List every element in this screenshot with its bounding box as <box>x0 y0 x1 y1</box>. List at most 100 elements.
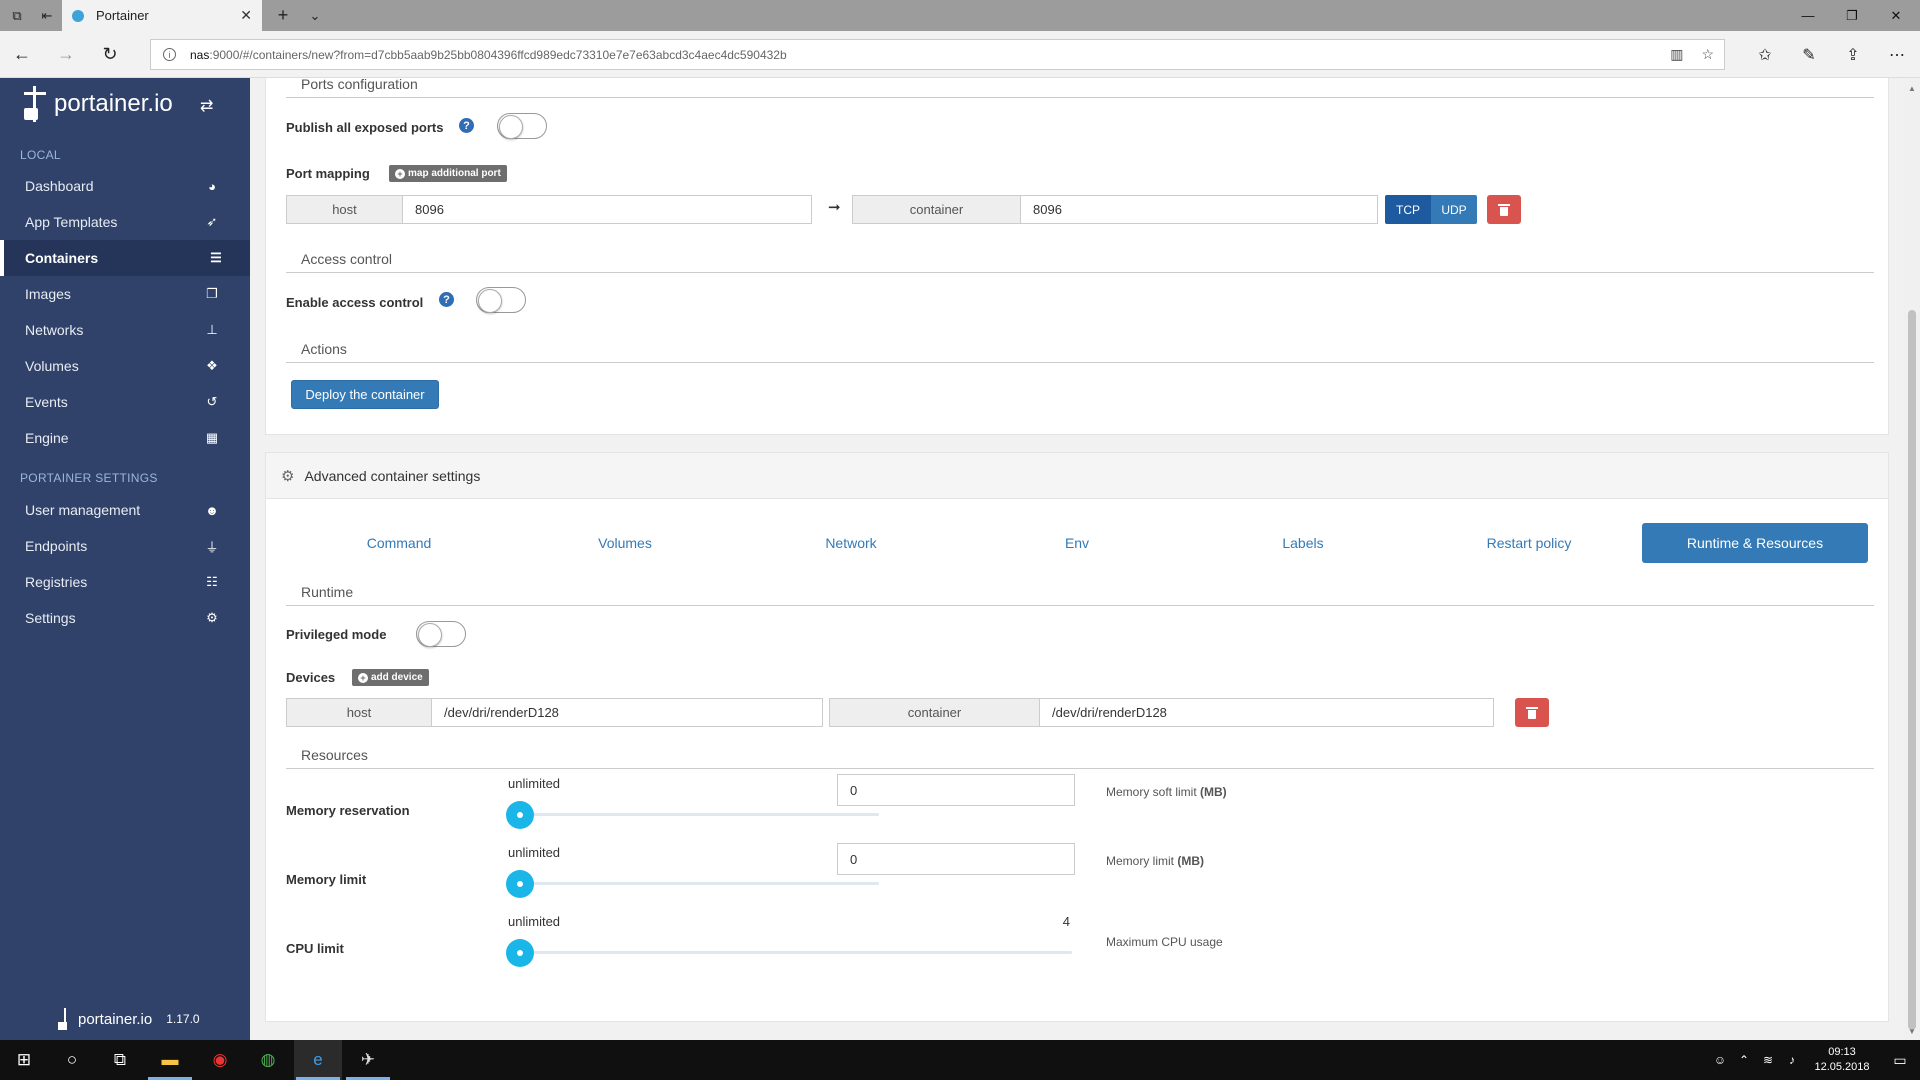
minimize-window-icon[interactable]: — <box>1786 0 1830 31</box>
protocol-udp-button[interactable]: UDP <box>1431 195 1477 224</box>
host-port-input[interactable]: 8096 <box>402 195 812 224</box>
deploy-container-button[interactable]: Deploy the container <box>291 380 439 409</box>
new-tab-icon[interactable]: + <box>268 0 298 31</box>
memory-limit-note: Memory limit (MB) <box>1106 854 1204 868</box>
advanced-settings-title: Advanced container settings <box>304 467 481 484</box>
more-dots-icon[interactable]: ⋯ <box>1877 31 1917 78</box>
tab-preview-chevron-down-icon[interactable]: ⌄ <box>300 0 330 31</box>
wifi-icon[interactable]: ≋ <box>1756 1053 1780 1067</box>
container-port-input[interactable]: 8096 <box>1020 195 1378 224</box>
slider-handle[interactable] <box>506 801 534 829</box>
th-grid-icon: ▦ <box>205 430 219 445</box>
scroll-up-arrow-icon[interactable]: ▲ <box>1908 84 1916 93</box>
footer-brand: portainer.io <box>78 1010 153 1028</box>
cog-icon: ⚙ <box>281 467 295 485</box>
volume-icon[interactable]: ♪ <box>1780 1053 1804 1067</box>
tab-labels[interactable]: Labels <box>1190 523 1416 563</box>
tab-command[interactable]: Command <box>286 523 512 563</box>
windows-start-icon[interactable]: ⊞ <box>0 1040 48 1080</box>
web-note-pen-icon[interactable]: ✎ <box>1789 31 1829 78</box>
switch-endpoint-exchange-icon[interactable]: ⇄ <box>200 96 213 116</box>
url-input[interactable]: i nas:9000/#/containers/new?from=d7cbb5a… <box>150 39 1725 70</box>
port-mapping-label: Port mapping <box>286 166 370 181</box>
slider-track[interactable] <box>508 951 1072 954</box>
slider-handle[interactable] <box>506 870 534 898</box>
sidebar: portainer.io ⇄ LOCAL Dashboard ◕ App Tem… <box>0 78 250 1040</box>
share-icon[interactable]: ⇪ <box>1833 31 1873 78</box>
sidebar-item-networks[interactable]: Networks ⊥ <box>0 312 250 348</box>
sidebar-item-dashboard[interactable]: Dashboard ◕ <box>0 168 250 204</box>
sidebar-item-engine[interactable]: Engine ▦ <box>0 420 250 456</box>
memory-reservation-slider[interactable]: unlimited 8207 <box>506 776 879 829</box>
task-view-icon[interactable]: ⧉ <box>96 1040 144 1080</box>
map-additional-port-button[interactable]: + map additional port <box>389 165 507 182</box>
edge-browser-icon[interactable]: e <box>294 1040 342 1080</box>
sidebar-item-endpoints[interactable]: Endpoints ⏚ <box>0 528 250 564</box>
sidebar-item-events[interactable]: Events ↺ <box>0 384 250 420</box>
cortana-search-circle-icon[interactable]: ○ <box>48 1040 96 1080</box>
tab-network[interactable]: Network <box>738 523 964 563</box>
memory-reservation-input[interactable]: 0 <box>837 774 1075 806</box>
scroll-down-arrow-icon[interactable]: ▼ <box>1908 1027 1916 1036</box>
close-window-icon[interactable]: ✕ <box>1874 0 1918 31</box>
publish-all-ports-toggle[interactable] <box>497 113 547 139</box>
red-app-icon[interactable]: ◉ <box>196 1040 244 1080</box>
browser-tab-portainer[interactable]: Portainer ✕ <box>62 0 262 31</box>
action-center-notification-icon[interactable]: ▭ <box>1880 1052 1920 1069</box>
close-tab-icon[interactable]: ✕ <box>240 7 252 24</box>
favorite-star-icon[interactable]: ☆ <box>1701 46 1714 63</box>
reading-view-icon[interactable]: ▥ <box>1670 46 1683 63</box>
question-circle-icon[interactable]: ? <box>439 292 454 307</box>
sidebar-item-registries[interactable]: Registries ☷ <box>0 564 250 600</box>
windows-taskbar: ⊞ ○ ⧉ ▬ ◉ ◍ e ✈ ☺ ⌃ ≋ ♪ 09:13 12.05.2018… <box>0 1040 1920 1080</box>
protocol-tcp-button[interactable]: TCP <box>1385 195 1431 224</box>
scrollbar-thumb[interactable] <box>1908 310 1916 1030</box>
device-container-input[interactable]: /dev/dri/renderD128 <box>1039 698 1494 727</box>
sidebar-item-images[interactable]: Images ❐ <box>0 276 250 312</box>
slider-track[interactable] <box>508 813 879 816</box>
tab-runtime-resources[interactable]: Runtime & Resources <box>1642 523 1868 563</box>
people-icon[interactable]: ☺ <box>1708 1053 1732 1067</box>
app-wrench-icon[interactable]: ✈ <box>344 1040 392 1080</box>
chrome-browser-icon[interactable]: ◍ <box>244 1040 292 1080</box>
tab-volumes[interactable]: Volumes <box>512 523 738 563</box>
refresh-icon[interactable]: ↻ <box>90 31 130 78</box>
page-scrollbar[interactable]: ▲ ▼ <box>1904 78 1920 1040</box>
system-clock[interactable]: 09:13 12.05.2018 <box>1804 1045 1880 1075</box>
show-hidden-icons-chevron-up-icon[interactable]: ⌃ <box>1732 1053 1756 1067</box>
slider-handle[interactable] <box>506 939 534 967</box>
forward-arrow-icon[interactable]: → <box>46 31 86 78</box>
devices-label: Devices <box>286 670 336 685</box>
portainer-logo[interactable]: portainer.io <box>22 84 173 124</box>
cpu-limit-slider[interactable]: unlimited 4 <box>506 914 1072 967</box>
add-device-button[interactable]: + add device <box>352 669 429 686</box>
sidebar-item-containers[interactable]: Containers ☰ <box>0 240 250 276</box>
sidebar-item-label: Endpoints <box>25 538 88 554</box>
restore-window-icon[interactable]: ❐ <box>1830 0 1874 31</box>
memory-limit-label: Memory limit <box>286 872 367 887</box>
tab-env[interactable]: Env <box>964 523 1190 563</box>
sidebar-item-user-management[interactable]: User management ☻ <box>0 492 250 528</box>
favorites-hub-icon[interactable]: ✩ <box>1745 31 1785 78</box>
device-host-input[interactable]: /dev/dri/renderD128 <box>431 698 823 727</box>
sidebar-item-label: Engine <box>25 430 69 446</box>
question-circle-icon[interactable]: ? <box>459 118 474 133</box>
slider-track[interactable] <box>508 882 879 885</box>
remove-device-button[interactable] <box>1515 698 1549 727</box>
file-explorer-folder-icon[interactable]: ▬ <box>146 1040 194 1080</box>
tab-restart-policy[interactable]: Restart policy <box>1416 523 1642 563</box>
site-info-icon[interactable]: i <box>163 48 176 61</box>
remove-port-button[interactable] <box>1487 195 1521 224</box>
sidebar-item-settings[interactable]: Settings ⚙ <box>0 600 250 636</box>
tab-aside-icon[interactable]: ⇤ <box>32 0 62 31</box>
privileged-mode-toggle[interactable] <box>416 621 466 647</box>
access-control-toggle[interactable] <box>476 287 526 313</box>
back-arrow-icon[interactable]: ← <box>2 31 42 78</box>
memory-limit-input[interactable]: 0 <box>837 843 1075 875</box>
sidebar-item-volumes[interactable]: Volumes ❖ <box>0 348 250 384</box>
tab-list-icon[interactable]: ⧉ <box>2 0 32 31</box>
sidebar-item-app-templates[interactable]: App Templates ➶ <box>0 204 250 240</box>
sidebar-section-local: LOCAL <box>20 148 61 162</box>
privileged-mode-label: Privileged mode <box>286 627 387 642</box>
memory-limit-slider[interactable]: unlimited 8207 <box>506 845 879 898</box>
